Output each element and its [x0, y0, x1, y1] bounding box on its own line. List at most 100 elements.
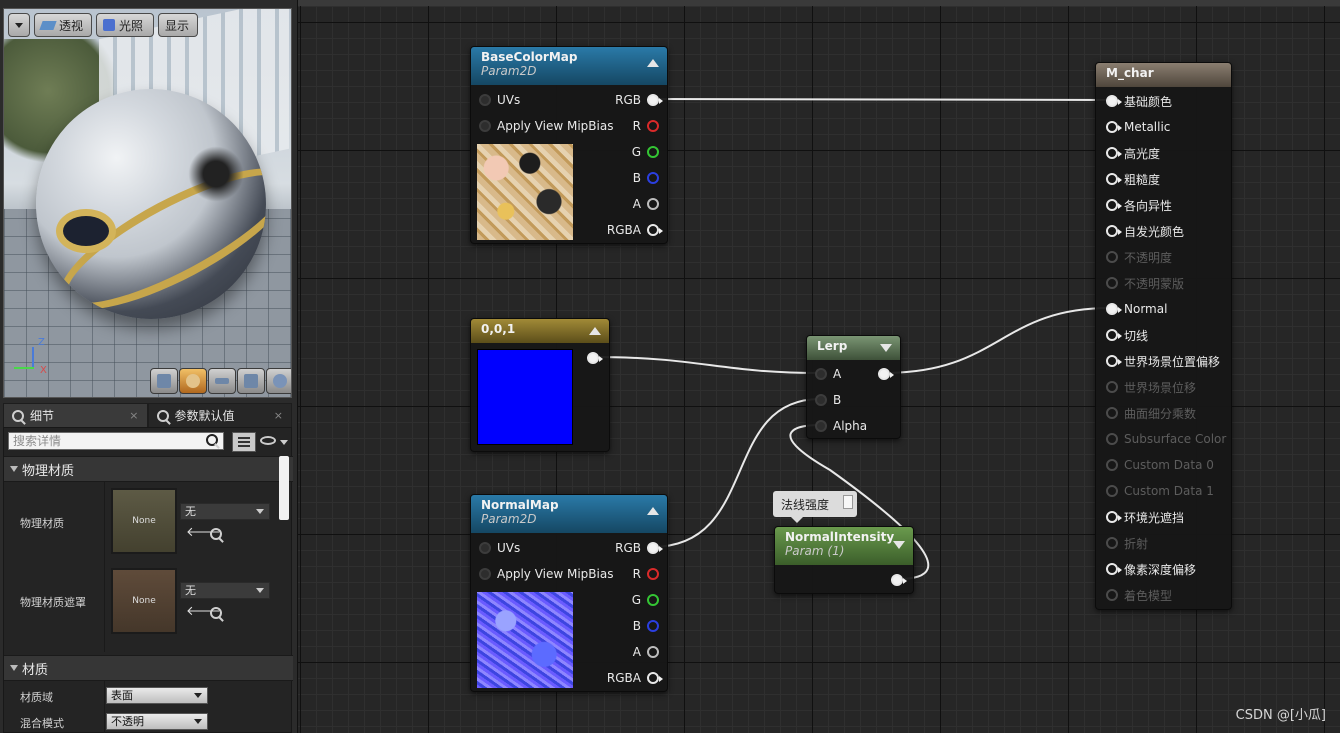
pin-uvs[interactable]: UVs — [479, 538, 520, 558]
tab-parameter-defaults[interactable]: 参数默认值 × — [147, 403, 292, 427]
material-pin-row[interactable]: Subsurface Color — [1106, 429, 1226, 449]
node-constant-header[interactable]: 0,0,1 — [471, 319, 609, 343]
pin-g[interactable]: G — [632, 142, 659, 162]
node-lerp-header[interactable]: Lerp — [807, 336, 900, 360]
physical-material-thumbnail[interactable]: None — [111, 488, 177, 554]
material-pin-row[interactable]: Normal — [1106, 299, 1167, 319]
material-pin-row[interactable]: 切线 — [1106, 325, 1148, 345]
pin-normalintensity-output[interactable] — [891, 570, 907, 590]
node-material-title: M_char — [1106, 66, 1154, 80]
material-pin-row[interactable]: 各向异性 — [1106, 195, 1172, 215]
blend-mode-dropdown[interactable]: 不透明 — [106, 713, 208, 730]
node-material-header[interactable]: M_char — [1096, 63, 1231, 87]
lighting-button[interactable]: 光照 — [96, 13, 154, 37]
tab-details[interactable]: 细节 × — [3, 403, 148, 427]
pin-lerp-a[interactable]: A — [815, 364, 841, 384]
pin-lerp-alpha[interactable]: Alpha — [815, 416, 867, 436]
node-comment-bubble[interactable]: 法线强度 — [773, 491, 857, 523]
pin-icon — [647, 120, 659, 132]
pin-label: B — [632, 171, 641, 185]
material-pin-row[interactable]: 不透明度 — [1106, 247, 1172, 267]
material-domain-label: 材质域 — [20, 691, 53, 704]
node-basecolormap-header[interactable]: BaseColorMap Param2D — [471, 47, 667, 85]
collapse-triangle-icon[interactable] — [647, 59, 659, 67]
sphere-shape-button[interactable] — [179, 368, 207, 394]
pin-rgba[interactable]: RGBA — [607, 668, 663, 688]
pin-icon — [1106, 95, 1122, 107]
pin-constant-output[interactable] — [587, 348, 603, 368]
material-pin-row[interactable]: 不透明蒙版 — [1106, 273, 1184, 293]
pin-apply-view-mipbias[interactable]: Apply View MipBias — [479, 564, 613, 584]
material-pin-row[interactable]: 像素深度偏移 — [1106, 559, 1196, 579]
cube-shape-button[interactable] — [237, 368, 265, 394]
material-pin-row[interactable]: 粗糙度 — [1106, 169, 1160, 189]
magnifier-icon — [156, 409, 169, 422]
collapse-triangle-icon[interactable] — [893, 541, 905, 549]
visibility-filter-button[interactable] — [260, 434, 290, 450]
node-normalmap[interactable]: NormalMap Param2D UVs Apply View MipBias… — [470, 494, 668, 692]
node-normalmap-header[interactable]: NormalMap Param2D — [471, 495, 667, 533]
pin-r[interactable]: R — [633, 116, 659, 136]
search-input[interactable]: 搜索详情 — [8, 432, 224, 450]
browse-search-icon[interactable] — [210, 528, 222, 540]
pin-b[interactable]: B — [633, 168, 659, 188]
pin-apply-view-mipbias[interactable]: Apply View MipBias — [479, 116, 613, 136]
pin-a[interactable]: A — [633, 642, 659, 662]
pin-lerp-b[interactable]: B — [815, 390, 841, 410]
pin-label: RGB — [615, 541, 641, 555]
section-material[interactable]: 材质 — [4, 655, 293, 681]
node-lerp[interactable]: Lerp A B Alpha — [806, 335, 901, 439]
collapse-triangle-icon[interactable] — [880, 344, 892, 352]
material-pin-row[interactable]: 环境光遮挡 — [1106, 507, 1184, 527]
physical-material-dropdown[interactable]: 无 — [180, 503, 270, 520]
material-pin-row[interactable]: Metallic — [1106, 117, 1170, 137]
material-pin-row[interactable]: Custom Data 1 — [1106, 481, 1214, 501]
collapse-triangle-icon[interactable] — [589, 327, 601, 335]
pin-r[interactable]: R — [633, 564, 659, 584]
material-domain-dropdown[interactable]: 表面 — [106, 687, 208, 704]
view-options-button[interactable] — [232, 432, 256, 452]
node-basecolormap[interactable]: BaseColorMap Param2D UVs Apply View MipB… — [470, 46, 668, 244]
perspective-button[interactable]: 透视 — [34, 13, 92, 37]
node-normalintensity[interactable]: NormalIntensity Param (1) — [774, 526, 914, 594]
material-pin-row[interactable]: 曲面细分乘数 — [1106, 403, 1196, 423]
material-pin-row[interactable]: 高光度 — [1106, 143, 1160, 163]
material-pin-row[interactable]: 世界场景位置偏移 — [1106, 351, 1220, 371]
cylinder-shape-button[interactable] — [150, 368, 178, 394]
close-icon[interactable]: × — [274, 409, 283, 422]
physical-mask-thumbnail[interactable]: None — [111, 568, 177, 634]
pin-icon — [815, 368, 827, 380]
lit-cube-icon — [103, 19, 115, 31]
pin-rgb[interactable]: RGB — [615, 538, 663, 558]
physical-mask-dropdown[interactable]: 无 — [180, 582, 270, 599]
details-scrollbar[interactable] — [279, 456, 289, 520]
material-pin-row[interactable]: 世界场景位移 — [1106, 377, 1196, 397]
material-pin-row[interactable]: Custom Data 0 — [1106, 455, 1214, 475]
pin-lerp-output[interactable] — [878, 364, 894, 384]
preview-viewport[interactable]: 透视 光照 显示 Z X — [3, 8, 292, 398]
close-icon[interactable]: × — [129, 409, 138, 422]
node-constant-vector[interactable]: 0,0,1 — [470, 318, 610, 452]
material-pin-row[interactable]: 着色模型 — [1106, 585, 1172, 605]
node-material-result[interactable]: M_char 基础颜色 Metallic 高光度粗糙度各向异性自发光颜色不透明度不透… — [1095, 62, 1232, 610]
show-button[interactable]: 显示 — [158, 13, 198, 37]
custom-mesh-button[interactable] — [266, 368, 291, 394]
collapse-triangle-icon[interactable] — [647, 507, 659, 515]
viewport-menu-button[interactable] — [8, 13, 30, 37]
browse-search-icon[interactable] — [210, 607, 222, 619]
pin-uvs[interactable]: UVs — [479, 90, 520, 110]
pin-a[interactable]: A — [633, 194, 659, 214]
material-pin-row[interactable]: 折射 — [1106, 533, 1148, 553]
section-physical-material[interactable]: 物理材质 — [4, 456, 293, 482]
node-basecolormap-title: BaseColorMap — [481, 50, 578, 64]
pin-rgb[interactable]: RGB — [615, 90, 663, 110]
material-pin-row[interactable]: 自发光颜色 — [1106, 221, 1184, 241]
pin-rgba[interactable]: RGBA — [607, 220, 663, 240]
node-normalintensity-header[interactable]: NormalIntensity Param (1) — [775, 527, 913, 565]
preview-sphere[interactable] — [36, 89, 266, 319]
plane-shape-button[interactable] — [208, 368, 236, 394]
material-pin-label: Custom Data 1 — [1124, 484, 1214, 498]
pin-b[interactable]: B — [633, 616, 659, 636]
pin-g[interactable]: G — [632, 590, 659, 610]
material-pin-row[interactable]: 基础颜色 — [1106, 91, 1172, 111]
